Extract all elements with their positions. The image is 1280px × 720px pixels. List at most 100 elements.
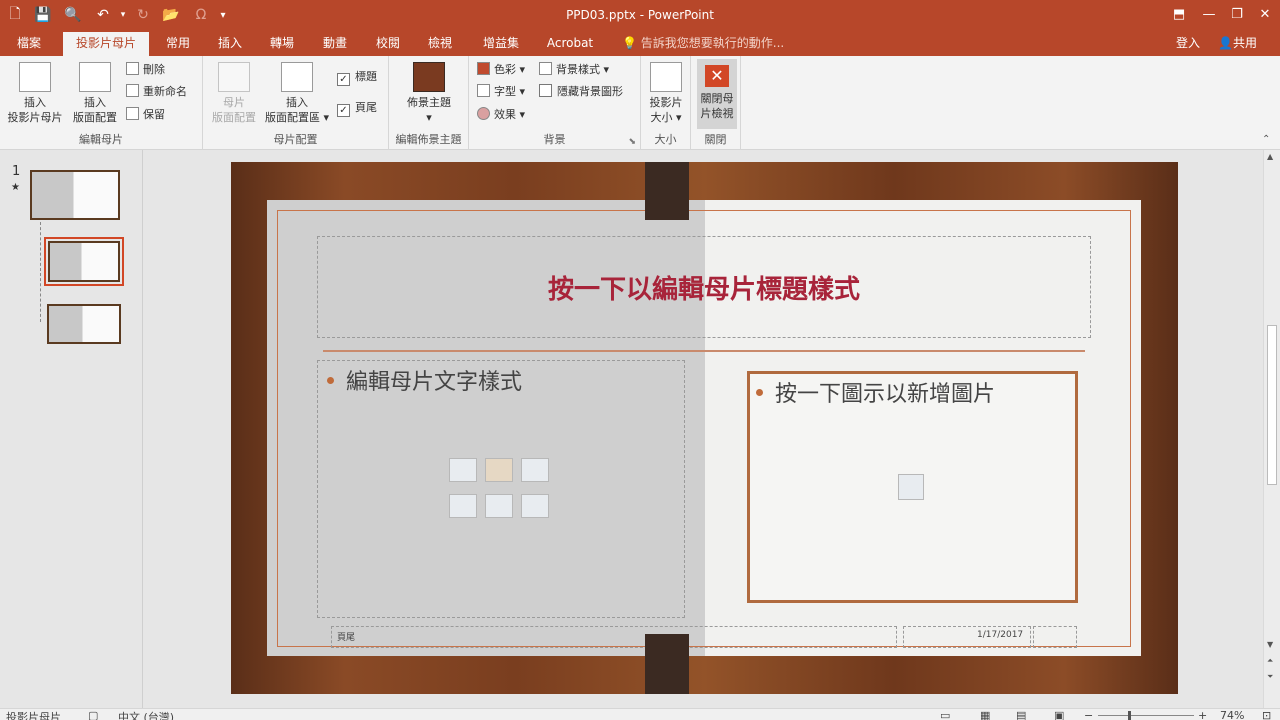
group-size: 投影片 大小 ▾ 大小: [641, 56, 691, 150]
previous-slide-icon[interactable]: ⏶: [1267, 656, 1273, 666]
tab-review[interactable]: 校閱: [368, 32, 408, 56]
tab-transitions[interactable]: 轉場: [262, 32, 302, 56]
rename-label: 重新命名: [143, 85, 187, 98]
undo-dropdown-icon[interactable]: ▾: [112, 4, 134, 26]
title-checkbox[interactable]: ✓ 標題: [337, 68, 377, 86]
colors-icon: [477, 62, 490, 75]
footer-check-icon: ✓: [337, 104, 350, 117]
new-file-icon[interactable]: 🗋: [4, 4, 26, 26]
online-picture-icon[interactable]: [485, 494, 513, 518]
zoom-in-icon[interactable]: +: [1198, 709, 1207, 720]
normal-view-icon[interactable]: ▭: [940, 709, 950, 720]
preserve-icon: [126, 107, 139, 120]
close-master-label-2: 片檢視: [700, 107, 734, 120]
slide-title[interactable]: 按一下以編輯母片標題樣式: [317, 236, 1091, 338]
tab-animations[interactable]: 動畫: [315, 32, 355, 56]
picture-icon[interactable]: [449, 494, 477, 518]
reading-view-icon[interactable]: ▤: [1016, 709, 1026, 720]
close-master-view-button[interactable]: ✕ 關閉母 片檢視: [697, 59, 737, 129]
tab-home[interactable]: 常用: [158, 32, 198, 56]
footer-checkbox[interactable]: ✓ 頁尾: [337, 99, 377, 117]
slide-sorter-icon[interactable]: ▦: [980, 709, 990, 720]
insert-slide-master-button[interactable]: 插入 投影片母片: [4, 62, 66, 125]
left-bullet[interactable]: 編輯母片文字樣式: [327, 364, 522, 396]
scroll-thumb[interactable]: [1267, 325, 1277, 485]
insert-layout-button[interactable]: 插入 版面配置: [68, 62, 122, 125]
background-styles-button[interactable]: 背景樣式 ▾: [539, 61, 609, 79]
title-bar: 🗋 💾 🔍 ↶ ▾ ↻ 📂 Ω ▾ PPD03.pptx - PowerPoin…: [0, 0, 1280, 32]
zoom-slider-thumb[interactable]: [1128, 711, 1131, 720]
thumbnail-pane: 1 ★: [0, 150, 143, 708]
share-button[interactable]: 👤共用: [1218, 32, 1257, 56]
colors-label: 色彩: [494, 63, 516, 76]
master-layout-label-2: 版面配置: [212, 111, 256, 124]
insert-slide-master-icon: [19, 62, 51, 92]
collapse-ribbon-icon[interactable]: ⌃: [1262, 134, 1270, 145]
insert-slide-master-label-1: 插入: [24, 96, 46, 109]
slide: 按一下以編輯母片標題樣式 編輯母片文字樣式 按一下圖示以新增圖片 頁尾 1/17…: [231, 162, 1178, 694]
fit-slide-icon[interactable]: ⊡: [1262, 709, 1271, 720]
thumbnail-layout-1: [48, 241, 120, 282]
close-x-icon: ✕: [705, 65, 729, 87]
next-slide-icon[interactable]: ⏷: [1267, 672, 1273, 682]
effects-button[interactable]: 效果 ▾: [477, 106, 525, 124]
undo-icon[interactable]: ↶: [92, 4, 114, 26]
dialog-launcher-icon[interactable]: ⬊: [628, 137, 636, 147]
preserve-button: 保留: [126, 106, 165, 124]
themes-button[interactable]: 佈景主題 ▾: [399, 62, 459, 125]
slide-size-button[interactable]: 投影片 大小 ▾: [643, 62, 689, 125]
vertical-scrollbar[interactable]: ▲ ▼ ⏶ ⏷: [1263, 150, 1280, 708]
ribbon: 插入 投影片母片 插入 版面配置 刪除 重新命名 保留 編輯母片 母片 版面配置…: [0, 56, 1280, 150]
fonts-button[interactable]: 字型 ▾: [477, 83, 525, 101]
thumbnail-master[interactable]: [30, 170, 120, 220]
bullet-dot-icon-2: [756, 389, 763, 396]
master-layout-button: 母片 版面配置: [207, 62, 261, 125]
thumbnail-layout-selected[interactable]: [44, 237, 124, 286]
tab-insert[interactable]: 插入: [210, 32, 250, 56]
slide-number-placeholder[interactable]: [1033, 626, 1077, 648]
scroll-up-icon[interactable]: ▲: [1267, 152, 1273, 161]
tab-acrobat[interactable]: Acrobat: [542, 32, 598, 56]
zoom-level[interactable]: 74%: [1220, 709, 1244, 720]
animation-star-icon: ★: [11, 182, 20, 193]
tab-addins[interactable]: 增益集: [474, 32, 528, 56]
delete-label: 刪除: [143, 63, 165, 76]
fonts-label: 字型: [494, 85, 516, 98]
tell-me-box[interactable]: 💡 告訴我您想要執行的動作...: [622, 32, 784, 56]
chart-icon[interactable]: [485, 458, 513, 482]
colors-button[interactable]: 色彩 ▾: [477, 61, 525, 79]
insert-picture-icon[interactable]: [898, 474, 924, 500]
thumbnail-layout-2[interactable]: [47, 304, 121, 344]
customize-toolbar-icon[interactable]: ▾: [212, 4, 234, 26]
table-icon[interactable]: [449, 458, 477, 482]
save-icon[interactable]: 💾: [32, 4, 54, 26]
open-folder-icon[interactable]: 📂: [160, 4, 182, 26]
themes-icon: [413, 62, 445, 92]
picture-placeholder[interactable]: 按一下圖示以新增圖片: [747, 371, 1078, 603]
spellcheck-icon[interactable]: ▢: [88, 709, 98, 720]
background-styles-label: 背景樣式: [556, 63, 600, 76]
scroll-down-icon[interactable]: ▼: [1267, 640, 1273, 649]
smartart-icon[interactable]: [521, 458, 549, 482]
footer-placeholder[interactable]: [331, 626, 897, 648]
rename-button[interactable]: 重新命名: [126, 83, 187, 101]
language-status[interactable]: 中文 (台灣): [118, 709, 174, 720]
tab-slide-master[interactable]: 投影片母片: [63, 32, 149, 56]
ribbon-display-icon[interactable]: ⬒: [1164, 2, 1194, 26]
zoom-slider[interactable]: [1098, 715, 1194, 716]
hide-background-checkbox[interactable]: 隱藏背景圖形: [539, 83, 623, 101]
sign-in-link[interactable]: 登入: [1176, 32, 1200, 56]
video-icon[interactable]: [521, 494, 549, 518]
zoom-out-icon[interactable]: −: [1084, 709, 1093, 720]
effects-icon: [477, 107, 490, 120]
restore-button[interactable]: ❐: [1222, 2, 1252, 26]
tab-view[interactable]: 檢視: [420, 32, 460, 56]
slideshow-icon[interactable]: ▣: [1054, 709, 1064, 720]
insert-placeholder-button[interactable]: 插入 版面配置區 ▾: [263, 62, 331, 125]
slide-number: 1: [12, 164, 21, 179]
print-preview-icon[interactable]: 🔍: [62, 4, 84, 26]
tab-file[interactable]: 檔案: [8, 32, 50, 56]
close-window-button[interactable]: ✕: [1250, 2, 1280, 26]
minimize-button[interactable]: —: [1194, 2, 1224, 26]
content-placeholder-left[interactable]: [317, 360, 685, 618]
